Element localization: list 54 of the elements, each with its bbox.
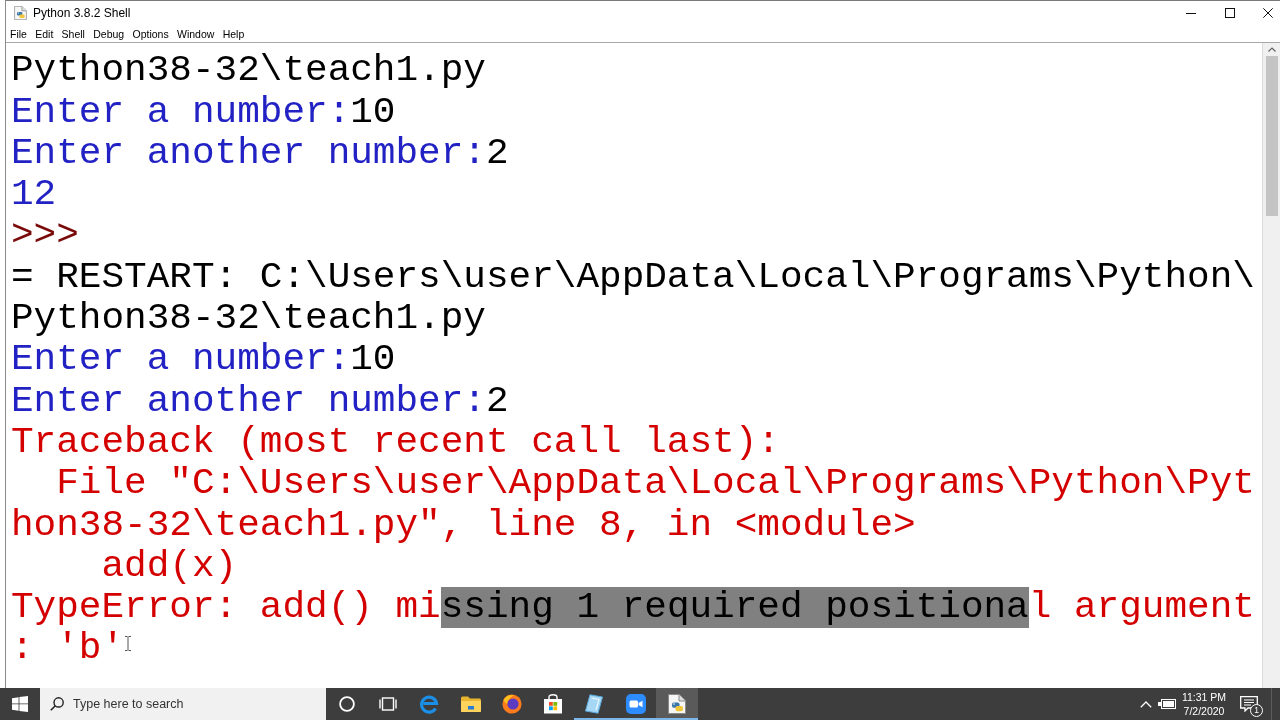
- clock-date: 7/2/2020: [1183, 704, 1225, 718]
- program-output: Enter a number:: [11, 339, 351, 381]
- program-output: 12: [11, 174, 57, 216]
- program-output: Enter a number:: [11, 91, 351, 133]
- python-file-icon: [668, 694, 686, 714]
- scrollbar-thumb[interactable]: [1265, 56, 1278, 216]
- typed-text: 10: [350, 339, 396, 381]
- fox-globe-icon: [501, 694, 522, 714]
- error-output: TypeError: add() mi: [11, 587, 441, 629]
- search-field[interactable]: Type here to search: [40, 688, 326, 720]
- minimize-icon: [1185, 12, 1196, 14]
- menu-item[interactable]: Help: [222, 27, 245, 40]
- battery-icon[interactable]: [1158, 699, 1176, 709]
- program-output: Enter another number:: [11, 380, 486, 422]
- maximize-icon: [1224, 8, 1235, 18]
- error-output: : 'b': [11, 628, 125, 670]
- python-file-icon: [14, 6, 27, 20]
- task-view-icon[interactable]: [378, 697, 397, 711]
- circle-icon[interactable]: [338, 696, 355, 712]
- notification-badge: 1: [1250, 704, 1263, 717]
- shell-message: Python38-32\teach1.py: [11, 50, 486, 92]
- video-camera-icon: [625, 694, 646, 714]
- selected-text: ssing 1 required positiona: [440, 587, 1029, 629]
- close-icon: [1263, 8, 1273, 18]
- tilted-sheet-icon: [584, 694, 605, 714]
- menu-item[interactable]: Window: [177, 27, 215, 40]
- e-logo-icon: [419, 694, 440, 714]
- menu-item[interactable]: Edit: [35, 27, 54, 40]
- taskbar-app-button[interactable]: [656, 688, 698, 720]
- shell-message: = RESTART: C:\Users\user\AppData\Local\Programs\Python\: [11, 256, 1255, 299]
- program-output: Enter another number:: [11, 132, 486, 175]
- shell-message: Python38-32\teach1.py: [11, 298, 486, 340]
- search-icon: [50, 697, 64, 711]
- error-output: hon38-32\teach1.py", line 8, in <module>: [11, 504, 916, 546]
- notification-icon[interactable]: [1240, 696, 1258, 712]
- error-output: File "C:\Users\user\AppData\Local\Programs\Python\Pyt: [56, 463, 1255, 505]
- typed-text: 2: [485, 132, 509, 175]
- typed-text: 2: [485, 380, 509, 422]
- start-menu-icon[interactable]: [12, 696, 28, 712]
- menu-item[interactable]: File: [10, 27, 27, 40]
- chevron-up-icon[interactable]: [1140, 700, 1152, 708]
- error-output: l argument: [1028, 587, 1255, 629]
- clock-time: 11:31 PM: [1181, 690, 1227, 704]
- window-title: Python 3.8.2 Shell: [33, 6, 131, 20]
- folder-icon: [460, 696, 481, 712]
- shopping-bag-icon: [543, 694, 564, 714]
- shell-prompt: >>>: [11, 215, 79, 257]
- menu-item[interactable]: Shell: [61, 27, 85, 40]
- typed-text: 10: [350, 91, 396, 133]
- error-output: Traceback (most recent call last):: [11, 421, 780, 464]
- menu-item[interactable]: Debug: [93, 27, 125, 40]
- menu-item[interactable]: Options: [132, 27, 169, 40]
- error-output: add(x): [101, 545, 238, 588]
- text-cursor-icon: [125, 636, 131, 651]
